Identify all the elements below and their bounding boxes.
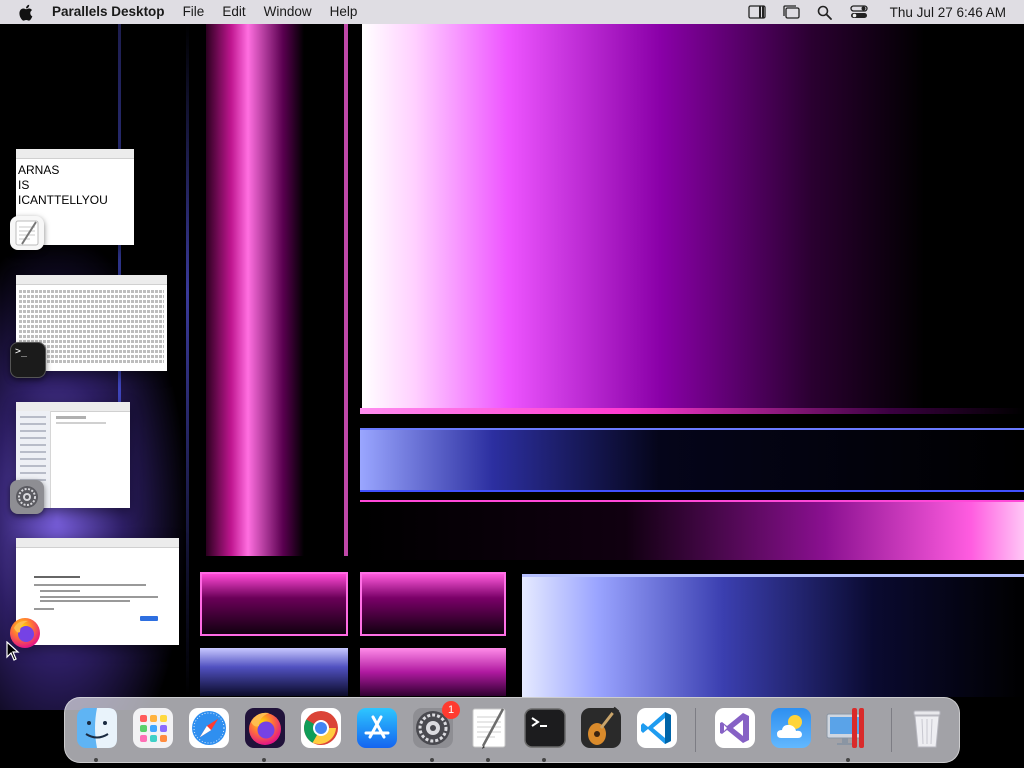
firefox-icon — [245, 708, 285, 748]
document-line: ARNAS — [18, 163, 60, 177]
dock-terminal[interactable] — [521, 704, 569, 752]
control-center-icon[interactable] — [850, 4, 868, 20]
dock-separator — [695, 708, 696, 752]
wallpaper-shape — [360, 500, 1024, 560]
wallpaper-shape — [344, 24, 348, 556]
dock-chrome[interactable] — [297, 704, 345, 752]
dock-vscode[interactable] — [633, 704, 681, 752]
desktop-wallpaper — [0, 0, 1024, 768]
dock-safari[interactable] — [185, 704, 233, 752]
dock-finder[interactable] — [73, 704, 121, 752]
launchpad-icon — [133, 708, 173, 748]
parallels-desktop-icon — [826, 708, 864, 748]
parallels-menu-icon[interactable] — [748, 4, 766, 20]
dock-app-store[interactable] — [353, 704, 401, 752]
apple-menu-icon[interactable] — [18, 3, 34, 21]
wallpaper-shape — [360, 408, 1024, 414]
dock-visual-studio[interactable] — [711, 704, 759, 752]
dock-firefox[interactable] — [241, 704, 289, 752]
wallpaper-shape — [362, 24, 1024, 414]
terminal-icon — [524, 708, 566, 748]
dock-textedit[interactable] — [465, 704, 513, 752]
wallpaper-shape — [186, 24, 189, 696]
menu-edit[interactable]: Edit — [213, 0, 254, 24]
menu-bar-clock[interactable]: Thu Jul 27 6:46 AM — [890, 5, 1006, 20]
safari-icon — [189, 708, 229, 748]
textedit-icon — [472, 708, 506, 749]
window-toolbar — [16, 538, 179, 548]
dialog-button — [140, 616, 158, 621]
wallpaper-shape — [200, 648, 348, 696]
menu-window[interactable]: Window — [255, 0, 321, 24]
chrome-icon — [301, 708, 341, 748]
wallpaper-shape — [360, 572, 506, 636]
window-toolbar — [16, 149, 134, 159]
notification-badge: 1 — [442, 701, 460, 719]
dock-separator — [891, 708, 892, 752]
wallpaper-shape — [522, 574, 1024, 697]
menu-app-name[interactable]: Parallels Desktop — [52, 0, 174, 24]
garageband-icon — [581, 706, 621, 748]
document-line: IS — [18, 178, 30, 192]
dock-launchpad[interactable] — [129, 704, 177, 752]
terminal-icon: >_ — [10, 342, 46, 378]
menu-file[interactable]: File — [174, 0, 214, 24]
system-settings-icon — [10, 480, 44, 514]
textedit-document-content: ARNAS IS ICANTTELLYOU — [16, 159, 134, 208]
spotlight-search-icon[interactable] — [816, 4, 834, 20]
weather-icon — [771, 708, 811, 748]
dock-parallels-desktop[interactable] — [823, 704, 871, 752]
wallpaper-shape — [360, 648, 506, 696]
window-toolbar — [16, 275, 167, 285]
dock-weather[interactable] — [767, 704, 815, 752]
stage-manager-icon[interactable] — [782, 4, 800, 20]
menu-bar: Parallels Desktop File Edit Window Help … — [0, 0, 1024, 24]
wallpaper-shape — [206, 24, 346, 556]
wallpaper-shape — [360, 428, 1024, 492]
dock-trash[interactable] — [903, 704, 951, 752]
dock-garageband[interactable] — [577, 704, 625, 752]
vscode-icon — [637, 708, 677, 748]
mouse-cursor-icon — [6, 641, 20, 661]
textedit-icon — [10, 216, 44, 250]
document-line: ICANTTELLYOU — [18, 193, 108, 207]
trash-icon — [913, 710, 941, 748]
menu-help[interactable]: Help — [321, 0, 367, 24]
app-store-icon — [357, 708, 397, 748]
dock: 1 — [64, 697, 960, 763]
visual-studio-icon — [715, 708, 755, 748]
wallpaper-shape — [200, 572, 348, 636]
finder-icon — [77, 708, 117, 748]
